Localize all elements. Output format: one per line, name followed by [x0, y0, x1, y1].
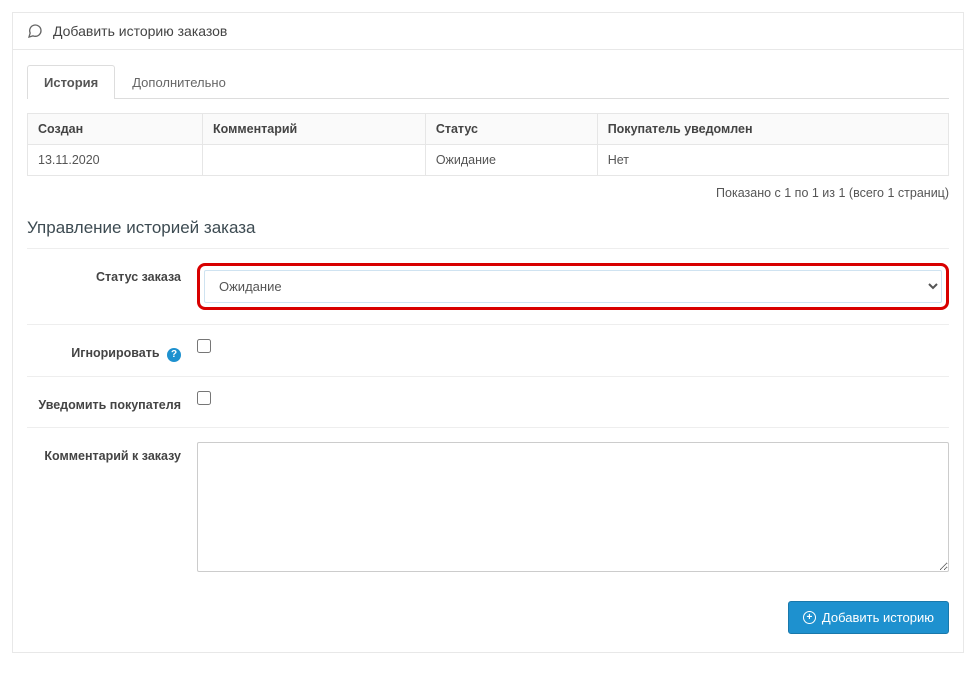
panel-title: Добавить историю заказов [53, 23, 227, 39]
col-comment: Комментарий [203, 114, 426, 145]
status-highlight: Ожидание [197, 263, 949, 310]
history-table: Создан Комментарий Статус Покупатель уве… [27, 113, 949, 176]
tabs: История Дополнительно [27, 64, 949, 99]
tab-history[interactable]: История [27, 65, 115, 99]
panel-header: Добавить историю заказов [13, 13, 963, 50]
status-label: Статус заказа [27, 263, 197, 285]
plus-circle-icon: + [803, 611, 816, 624]
cell-notified: Нет [597, 145, 948, 176]
row-ignore: Игнорировать ? [27, 324, 949, 376]
row-status: Статус заказа Ожидание [27, 248, 949, 324]
table-header-row: Создан Комментарий Статус Покупатель уве… [28, 114, 949, 145]
tab-additional[interactable]: Дополнительно [115, 65, 243, 99]
order-history-panel: Добавить историю заказов История Дополни… [12, 12, 964, 653]
table-row: 13.11.2020 Ожидание Нет [28, 145, 949, 176]
cell-comment [203, 145, 426, 176]
comment-label: Комментарий к заказу [27, 442, 197, 464]
add-history-label: Добавить историю [822, 610, 934, 625]
ignore-label: Игнорировать [71, 346, 159, 360]
ignore-label-wrap: Игнорировать ? [27, 339, 197, 362]
submit-row: + Добавить историю [27, 601, 949, 634]
ignore-checkbox[interactable] [197, 339, 211, 353]
help-icon[interactable]: ? [167, 348, 181, 362]
row-comment: Комментарий к заказу [27, 427, 949, 589]
col-created: Создан [28, 114, 203, 145]
comment-icon [27, 23, 43, 39]
col-notified: Покупатель уведомлен [597, 114, 948, 145]
cell-status: Ожидание [425, 145, 597, 176]
order-status-select[interactable]: Ожидание [204, 270, 942, 303]
panel-body: История Дополнительно Создан Комментарий… [13, 50, 963, 652]
section-title: Управление историей заказа [27, 218, 949, 238]
pagination-text: Показано с 1 по 1 из 1 (всего 1 страниц) [27, 186, 949, 200]
row-notify: Уведомить покупателя [27, 376, 949, 427]
order-comment-textarea[interactable] [197, 442, 949, 572]
cell-created: 13.11.2020 [28, 145, 203, 176]
notify-label: Уведомить покупателя [27, 391, 197, 413]
add-history-button[interactable]: + Добавить историю [788, 601, 949, 634]
col-status: Статус [425, 114, 597, 145]
notify-checkbox[interactable] [197, 391, 211, 405]
